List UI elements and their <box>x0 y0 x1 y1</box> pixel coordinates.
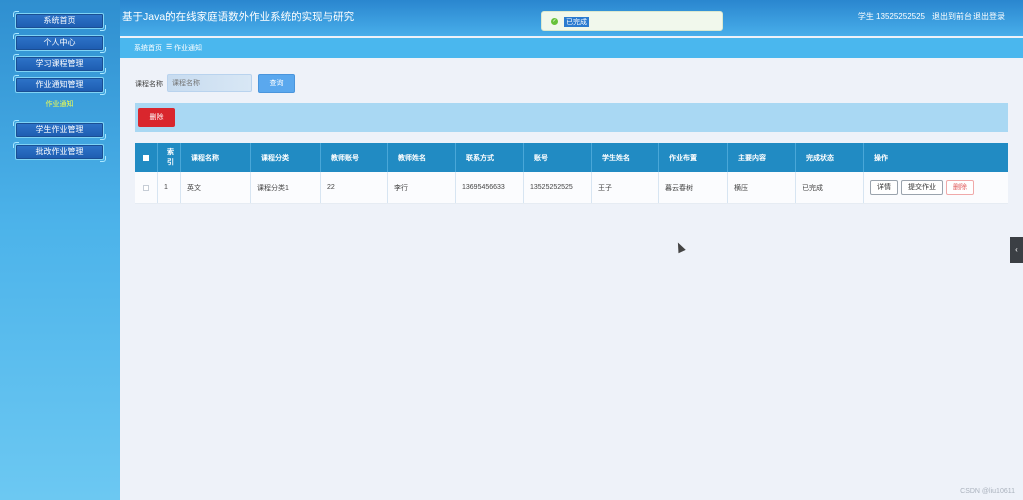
breadcrumb-menu-icon: ☰ <box>166 44 173 51</box>
col-account: 账号 <box>524 143 592 172</box>
sidebar-item-label: 系统首页 <box>43 16 76 25</box>
col-status: 完成状态 <box>796 143 864 172</box>
watermark: CSDN @liu10611 <box>960 488 1015 495</box>
success-toast: ✓ 已完成 <box>541 11 723 31</box>
table-body: 1 英文 课程分类1 22 李行 13695456633 13525252525… <box>135 172 1008 204</box>
breadcrumb: 系统首页 ☰ 作业通知 <box>120 38 1023 58</box>
row-checkbox[interactable] <box>143 184 149 191</box>
col-content: 主要内容 <box>728 143 796 172</box>
cell-teacher-name: 李行 <box>388 172 456 203</box>
current-user: 学生 13525252525 <box>857 12 925 21</box>
app-title: 基于Java的在线家庭语数外作业系统的实现与研究 <box>122 11 355 23</box>
cell-student-name: 王子 <box>592 172 659 203</box>
action-bar: 删除 <box>135 103 1008 132</box>
col-student-name: 学生姓名 <box>592 143 659 172</box>
logout-link[interactable]: 退出登录 <box>973 11 1005 22</box>
table-row: 1 英文 课程分类1 22 李行 13695456633 13525252525… <box>135 172 1008 204</box>
table-header: 索引 课程名称 课程分类 教师账号 教师姓名 联系方式 账号 学生姓名 作业布置… <box>135 143 1008 172</box>
cell-course-name: 英文 <box>181 172 251 203</box>
sidebar-item-profile[interactable]: 个人中心 <box>13 33 106 53</box>
submit-homework-button[interactable]: 提交作业 <box>901 180 943 195</box>
row-delete-button[interactable]: 删除 <box>946 180 974 195</box>
select-all-checkbox[interactable] <box>143 154 149 161</box>
toast-message: 已完成 <box>564 17 589 27</box>
success-check-icon: ✓ <box>551 18 558 25</box>
select-all-cell <box>135 143 158 172</box>
cell-index: 1 <box>158 172 181 203</box>
batch-delete-button[interactable]: 删除 <box>138 108 175 127</box>
col-course-name: 课程名称 <box>181 143 251 172</box>
col-actions: 操作 <box>874 154 888 162</box>
sidebar-item-course-management[interactable]: 学习课程管理 <box>13 54 106 74</box>
sidebar: 系统首页 个人中心 学习课程管理 作业通知管理 作业通知 学生作业管理 批改作业… <box>0 0 120 500</box>
sidebar-item-home[interactable]: 系统首页 <box>13 11 106 31</box>
sidebar-item-grading[interactable]: 批改作业管理 <box>13 142 106 162</box>
row-select-cell <box>135 172 158 203</box>
sidebar-subitem-notice[interactable]: 作业通知 <box>15 99 104 109</box>
cell-phone: 13695456633 <box>456 172 524 203</box>
breadcrumb-current: 作业通知 <box>174 45 202 52</box>
breadcrumb-home[interactable]: 系统首页 <box>134 43 162 53</box>
search-label: 课程名称 <box>135 81 163 88</box>
col-index: 索引 <box>158 143 181 172</box>
col-assignment: 作业布置 <box>659 143 728 172</box>
cell-actions: 详情 提交作业 删除 <box>864 172 1008 203</box>
sidebar-item-label: 批改作业管理 <box>35 147 84 156</box>
notice-table: 索引 课程名称 课程分类 教师账号 教师姓名 联系方式 账号 学生姓名 作业布置… <box>135 143 1008 204</box>
cell-account: 13525252525 <box>524 172 592 203</box>
sidebar-item-notice-management[interactable]: 作业通知管理 <box>13 75 106 95</box>
sidebar-item-label: 学生作业管理 <box>35 125 84 134</box>
sidebar-item-label: 个人中心 <box>43 38 76 47</box>
cell-content: 横压 <box>728 172 796 203</box>
detail-button[interactable]: 详情 <box>870 180 898 195</box>
course-name-search-input[interactable] <box>167 74 252 92</box>
cell-course-category: 课程分类1 <box>251 172 321 203</box>
sidebar-item-label: 作业通知管理 <box>35 80 84 89</box>
cell-assignment: 暮云春树 <box>659 172 728 203</box>
cell-status: 已完成 <box>796 172 864 203</box>
top-header: 基于Java的在线家庭语数外作业系统的实现与研究 ✓ 已完成 学生 135252… <box>120 0 1023 36</box>
sidebar-item-student-homework[interactable]: 学生作业管理 <box>13 120 106 140</box>
col-phone: 联系方式 <box>456 143 524 172</box>
col-course-category: 课程分类 <box>251 143 321 172</box>
back-to-front-link[interactable]: 退出到前台 <box>932 11 972 22</box>
cell-teacher-account: 22 <box>321 172 388 203</box>
sidebar-item-label: 学习课程管理 <box>35 59 84 68</box>
search-button[interactable]: 查询 <box>258 74 295 93</box>
chevron-left-icon[interactable]: ‹ <box>1010 237 1023 263</box>
col-teacher-name: 教师姓名 <box>388 143 456 172</box>
mouse-cursor-icon <box>674 240 686 254</box>
col-teacher-account: 教师账号 <box>321 143 388 172</box>
